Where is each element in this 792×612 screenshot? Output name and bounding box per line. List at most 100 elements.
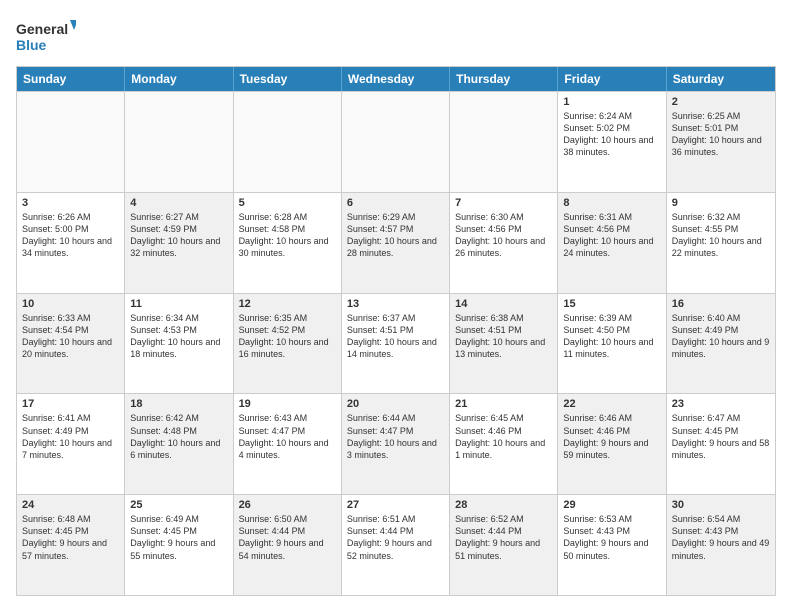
day-number-7: 7 — [455, 197, 552, 209]
day-number-27: 27 — [347, 499, 444, 511]
cell-info-8: Sunrise: 6:31 AM Sunset: 4:56 PM Dayligh… — [563, 211, 660, 260]
cell-day-5: 5 Sunrise: 6:28 AM Sunset: 4:58 PM Daylig… — [234, 193, 342, 293]
svg-text:Blue: Blue — [16, 37, 47, 53]
day-number-26: 26 — [239, 499, 336, 511]
day-number-20: 20 — [347, 398, 444, 410]
header-cell-sunday: Sunday — [17, 67, 125, 91]
cell-empty-0-0 — [17, 92, 125, 192]
cell-day-1: 1 Sunrise: 6:24 AM Sunset: 5:02 PM Daylig… — [558, 92, 666, 192]
cell-empty-0-3 — [342, 92, 450, 192]
day-number-18: 18 — [130, 398, 227, 410]
cell-day-19: 19 Sunrise: 6:43 AM Sunset: 4:47 PM Dayli… — [234, 394, 342, 494]
cell-info-23: Sunrise: 6:47 AM Sunset: 4:45 PM Dayligh… — [672, 412, 770, 461]
day-number-14: 14 — [455, 298, 552, 310]
day-number-25: 25 — [130, 499, 227, 511]
cell-info-13: Sunrise: 6:37 AM Sunset: 4:51 PM Dayligh… — [347, 312, 444, 361]
cell-info-18: Sunrise: 6:42 AM Sunset: 4:48 PM Dayligh… — [130, 412, 227, 461]
day-number-12: 12 — [239, 298, 336, 310]
cell-day-13: 13 Sunrise: 6:37 AM Sunset: 4:51 PM Dayli… — [342, 294, 450, 394]
cell-day-8: 8 Sunrise: 6:31 AM Sunset: 4:56 PM Daylig… — [558, 193, 666, 293]
day-number-4: 4 — [130, 197, 227, 209]
day-number-28: 28 — [455, 499, 552, 511]
cell-info-29: Sunrise: 6:53 AM Sunset: 4:43 PM Dayligh… — [563, 513, 660, 562]
cell-day-24: 24 Sunrise: 6:48 AM Sunset: 4:45 PM Dayli… — [17, 495, 125, 595]
header-cell-wednesday: Wednesday — [342, 67, 450, 91]
logo: General Blue — [16, 16, 76, 56]
cell-empty-0-4 — [450, 92, 558, 192]
cell-day-27: 27 Sunrise: 6:51 AM Sunset: 4:44 PM Dayli… — [342, 495, 450, 595]
cell-empty-0-1 — [125, 92, 233, 192]
header-cell-friday: Friday — [558, 67, 666, 91]
cell-info-1: Sunrise: 6:24 AM Sunset: 5:02 PM Dayligh… — [563, 110, 660, 159]
cell-day-7: 7Sunrise: 6:30 AM Sunset: 4:56 PM Daylig… — [450, 193, 558, 293]
cell-info-5: Sunrise: 6:28 AM Sunset: 4:58 PM Dayligh… — [239, 211, 336, 260]
header-cell-monday: Monday — [125, 67, 233, 91]
day-number-10: 10 — [22, 298, 119, 310]
cell-info-22: Sunrise: 6:46 AM Sunset: 4:46 PM Dayligh… — [563, 412, 660, 461]
cell-info-6: Sunrise: 6:29 AM Sunset: 4:57 PM Dayligh… — [347, 211, 444, 260]
cell-day-17: 17 Sunrise: 6:41 AM Sunset: 4:49 PM Dayli… — [17, 394, 125, 494]
cell-day-10: 10 Sunrise: 6:33 AM Sunset: 4:54 PM Dayli… — [17, 294, 125, 394]
cell-day-6: 6 Sunrise: 6:29 AM Sunset: 4:57 PM Daylig… — [342, 193, 450, 293]
calendar-header-row: SundayMondayTuesdayWednesdayThursdayFrid… — [17, 67, 775, 91]
cell-info-15: Sunrise: 6:39 AM Sunset: 4:50 PM Dayligh… — [563, 312, 660, 361]
day-number-3: 3 — [22, 197, 119, 209]
cal-row-2: 10 Sunrise: 6:33 AM Sunset: 4:54 PM Dayli… — [17, 293, 775, 394]
header-cell-tuesday: Tuesday — [234, 67, 342, 91]
cell-info-16: Sunrise: 6:40 AM Sunset: 4:49 PM Dayligh… — [672, 312, 770, 361]
cal-row-3: 17 Sunrise: 6:41 AM Sunset: 4:49 PM Dayli… — [17, 393, 775, 494]
cell-info-28: Sunrise: 6:52 AM Sunset: 4:44 PM Dayligh… — [455, 513, 552, 562]
cell-empty-0-2 — [234, 92, 342, 192]
cell-info-27: Sunrise: 6:51 AM Sunset: 4:44 PM Dayligh… — [347, 513, 444, 562]
cell-day-25: 25 Sunrise: 6:49 AM Sunset: 4:45 PM Dayli… — [125, 495, 233, 595]
cell-day-30: 30Sunrise: 6:54 AM Sunset: 4:43 PM Dayli… — [667, 495, 775, 595]
cell-day-22: 22Sunrise: 6:46 AM Sunset: 4:46 PM Dayli… — [558, 394, 666, 494]
day-number-1: 1 — [563, 96, 660, 108]
day-number-19: 19 — [239, 398, 336, 410]
cell-day-16: 16 Sunrise: 6:40 AM Sunset: 4:49 PM Dayli… — [667, 294, 775, 394]
cell-info-21: Sunrise: 6:45 AM Sunset: 4:46 PM Dayligh… — [455, 412, 552, 461]
cell-info-3: Sunrise: 6:26 AM Sunset: 5:00 PM Dayligh… — [22, 211, 119, 260]
cell-info-17: Sunrise: 6:41 AM Sunset: 4:49 PM Dayligh… — [22, 412, 119, 461]
day-number-8: 8 — [563, 197, 660, 209]
cell-day-14: 14 Sunrise: 6:38 AM Sunset: 4:51 PM Dayli… — [450, 294, 558, 394]
cell-day-28: 28 Sunrise: 6:52 AM Sunset: 4:44 PM Dayli… — [450, 495, 558, 595]
day-number-23: 23 — [672, 398, 770, 410]
cell-info-19: Sunrise: 6:43 AM Sunset: 4:47 PM Dayligh… — [239, 412, 336, 461]
cell-info-26: Sunrise: 6:50 AM Sunset: 4:44 PM Dayligh… — [239, 513, 336, 562]
cell-day-2: 2 Sunrise: 6:25 AM Sunset: 5:01 PM Daylig… — [667, 92, 775, 192]
cell-info-12: Sunrise: 6:35 AM Sunset: 4:52 PM Dayligh… — [239, 312, 336, 361]
day-number-16: 16 — [672, 298, 770, 310]
logo-svg: General Blue — [16, 16, 76, 56]
day-number-21: 21 — [455, 398, 552, 410]
cell-day-9: 9Sunrise: 6:32 AM Sunset: 4:55 PM Daylig… — [667, 193, 775, 293]
cell-info-20: Sunrise: 6:44 AM Sunset: 4:47 PM Dayligh… — [347, 412, 444, 461]
cal-row-4: 24 Sunrise: 6:48 AM Sunset: 4:45 PM Dayli… — [17, 494, 775, 595]
cell-day-26: 26 Sunrise: 6:50 AM Sunset: 4:44 PM Dayli… — [234, 495, 342, 595]
header: General Blue — [16, 16, 776, 56]
day-number-13: 13 — [347, 298, 444, 310]
cell-info-14: Sunrise: 6:38 AM Sunset: 4:51 PM Dayligh… — [455, 312, 552, 361]
cell-info-10: Sunrise: 6:33 AM Sunset: 4:54 PM Dayligh… — [22, 312, 119, 361]
cell-day-18: 18 Sunrise: 6:42 AM Sunset: 4:48 PM Dayli… — [125, 394, 233, 494]
day-number-6: 6 — [347, 197, 444, 209]
cell-info-25: Sunrise: 6:49 AM Sunset: 4:45 PM Dayligh… — [130, 513, 227, 562]
cell-info-11: Sunrise: 6:34 AM Sunset: 4:53 PM Dayligh… — [130, 312, 227, 361]
cell-day-23: 23 Sunrise: 6:47 AM Sunset: 4:45 PM Dayli… — [667, 394, 775, 494]
day-number-2: 2 — [672, 96, 770, 108]
day-number-9: 9 — [672, 197, 770, 209]
calendar-body: 1 Sunrise: 6:24 AM Sunset: 5:02 PM Daylig… — [17, 91, 775, 595]
header-cell-saturday: Saturday — [667, 67, 775, 91]
cal-row-0: 1 Sunrise: 6:24 AM Sunset: 5:02 PM Daylig… — [17, 91, 775, 192]
header-cell-thursday: Thursday — [450, 67, 558, 91]
day-number-5: 5 — [239, 197, 336, 209]
svg-text:General: General — [16, 21, 68, 37]
cell-day-11: 11 Sunrise: 6:34 AM Sunset: 4:53 PM Dayli… — [125, 294, 233, 394]
day-number-30: 30 — [672, 499, 770, 511]
day-number-11: 11 — [130, 298, 227, 310]
day-number-24: 24 — [22, 499, 119, 511]
day-number-17: 17 — [22, 398, 119, 410]
cell-info-24: Sunrise: 6:48 AM Sunset: 4:45 PM Dayligh… — [22, 513, 119, 562]
cell-day-21: 21 Sunrise: 6:45 AM Sunset: 4:46 PM Dayli… — [450, 394, 558, 494]
cell-info-2: Sunrise: 6:25 AM Sunset: 5:01 PM Dayligh… — [672, 110, 770, 159]
